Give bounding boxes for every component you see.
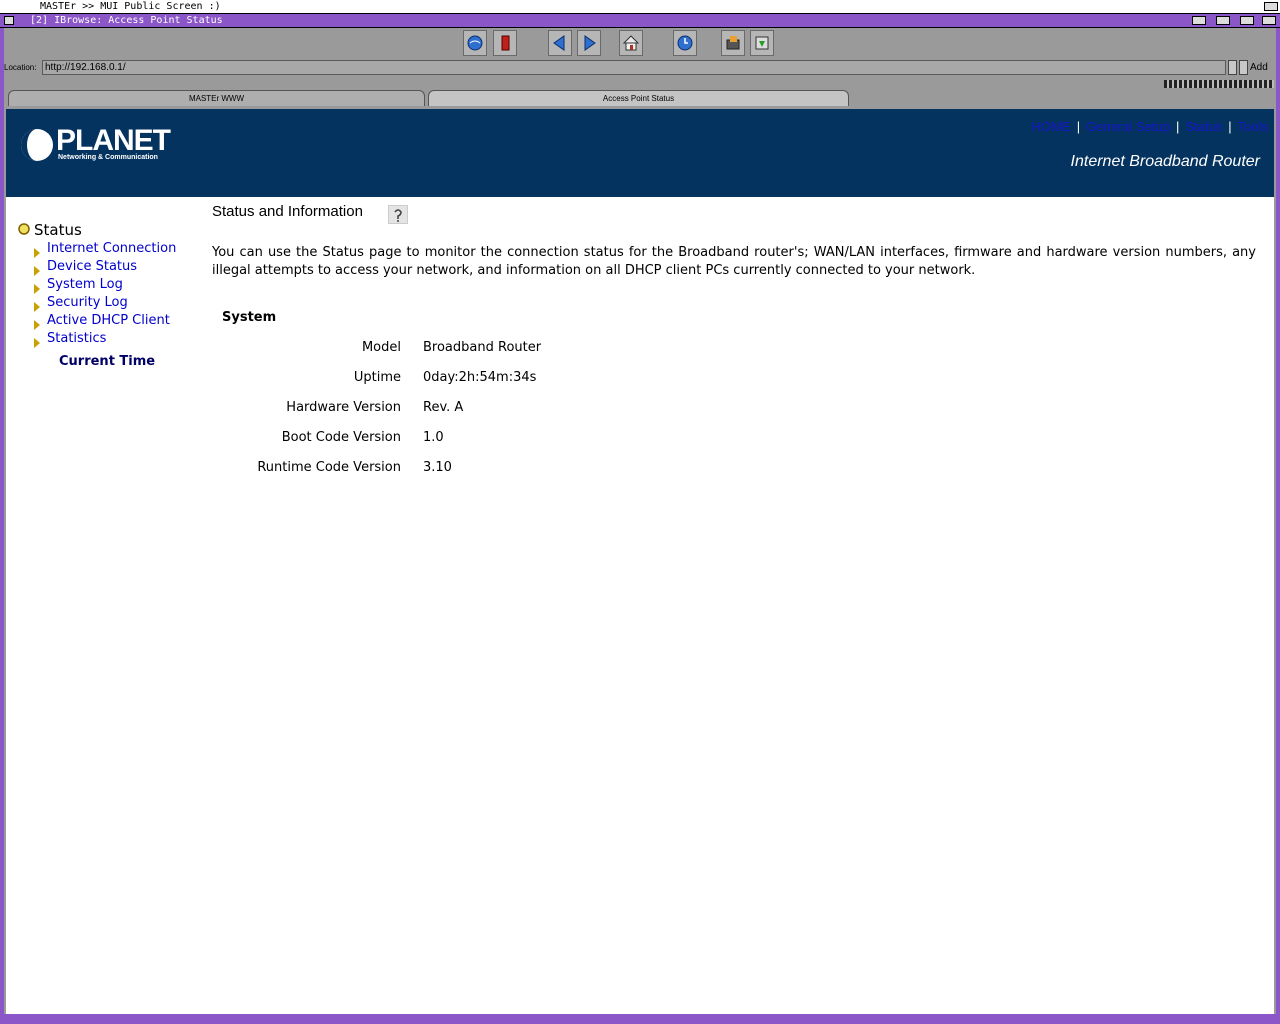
uptime-label: Uptime [353, 370, 401, 385]
forward-button[interactable] [577, 30, 601, 56]
header-banner: PLANET Networking & Communication HOME | G… [6, 109, 1274, 197]
home-icon [622, 35, 640, 51]
screen-title-bar: MASTEr >> MUI Public Screen :) [0, 0, 1280, 14]
window-title: [2] IBrowse: Access Point Status [30, 15, 223, 26]
menu-item-statistics[interactable]: Statistics [47, 330, 106, 348]
location-dropdown-button[interactable] [1228, 60, 1237, 75]
runtime-code-version-value: 3.10 [423, 460, 452, 475]
logo-subtitle: Networking & Communication [58, 154, 158, 161]
arrow-right-icon [34, 338, 40, 348]
globe-button[interactable] [463, 30, 487, 56]
nav-home-link[interactable]: HOME [1032, 119, 1071, 134]
add-bookmark-button[interactable]: Add [1250, 60, 1268, 75]
location-label: Location: [4, 63, 37, 72]
nav-general-setup-link[interactable]: General Setup [1086, 119, 1170, 134]
tab-master-www[interactable]: MASTEr WWW [8, 90, 425, 106]
uptime-value: 0day:2h:54m:34s [423, 370, 537, 385]
forward-icon [584, 35, 596, 51]
screen-title: MASTEr >> MUI Public Screen :) [40, 1, 221, 12]
print-icon [726, 36, 740, 50]
menu-item-current-time[interactable]: Current Time [59, 353, 155, 371]
back-button[interactable] [548, 30, 572, 56]
progress-indicator [1164, 80, 1274, 88]
boot-code-version-value: 1.0 [423, 430, 444, 445]
arrow-right-icon [34, 284, 40, 294]
tab-access-point-status[interactable]: Access Point Status [428, 90, 849, 106]
window-frame-bottom [0, 1014, 1280, 1024]
window-iconify-gadget[interactable] [1192, 16, 1206, 25]
window-frame-right [1276, 28, 1280, 1024]
arrow-right-icon [34, 320, 40, 330]
menu-title-status[interactable]: Status [34, 221, 82, 239]
location-clear-button[interactable] [1239, 60, 1248, 75]
page-content: PLANET Networking & Communication HOME | G… [6, 109, 1274, 1014]
location-input[interactable]: http://192.168.0.1/ [42, 60, 1226, 75]
page-description: You can use the Status page to monitor t… [212, 245, 1256, 278]
window-frame-left [0, 28, 4, 1024]
download-button[interactable] [750, 30, 774, 56]
window-zoom-gadget[interactable] [1216, 16, 1230, 25]
back-icon [553, 35, 565, 51]
menu-item-system-log[interactable]: System Log [47, 276, 123, 294]
top-nav: HOME | General Setup | Status | Tools [1031, 119, 1268, 134]
status-bullet-icon [18, 223, 30, 235]
window-depth-gadget[interactable] [1262, 16, 1276, 25]
menu-item-active-dhcp-client[interactable]: Active DHCP Client [47, 312, 170, 330]
stop-icon [501, 35, 510, 51]
print-button[interactable] [721, 30, 745, 56]
model-value: Broadband Router [423, 340, 542, 355]
system-section-title: System [222, 310, 277, 325]
home-button[interactable] [619, 30, 643, 56]
window-resize-gadget[interactable] [1240, 16, 1254, 25]
model-label: Model [361, 340, 401, 355]
help-button[interactable] [388, 205, 408, 224]
menu-item-security-log[interactable]: Security Log [47, 294, 128, 312]
arrow-right-icon [34, 302, 40, 312]
menu-item-device-status[interactable]: Device Status [47, 258, 137, 276]
nav-status-link[interactable]: Status [1185, 119, 1222, 134]
screen-depth-gadget[interactable] [1264, 2, 1278, 11]
window-close-gadget[interactable] [4, 16, 14, 25]
help-icon [394, 208, 402, 222]
arrow-right-icon [34, 248, 40, 258]
page-title: Status and Information [212, 203, 363, 220]
reload-button[interactable] [673, 30, 697, 56]
arrow-right-icon [34, 266, 40, 276]
planet-logo-icon [21, 129, 53, 161]
download-icon [755, 36, 769, 50]
hardware-version-label: Hardware Version [286, 400, 401, 415]
reload-icon [677, 35, 693, 51]
runtime-code-version-label: Runtime Code Version [257, 460, 401, 475]
banner-title: Internet Broadband Router [1070, 153, 1260, 170]
stop-button[interactable] [493, 30, 517, 56]
hardware-version-value: Rev. A [423, 400, 464, 415]
window-title-bar[interactable]: [2] IBrowse: Access Point Status [0, 14, 1280, 28]
globe-icon [467, 35, 483, 51]
nav-tools-link[interactable]: Tools [1238, 119, 1268, 134]
menu-item-internet-connection[interactable]: Internet Connection [47, 240, 176, 258]
boot-code-version-label: Boot Code Version [281, 430, 401, 445]
